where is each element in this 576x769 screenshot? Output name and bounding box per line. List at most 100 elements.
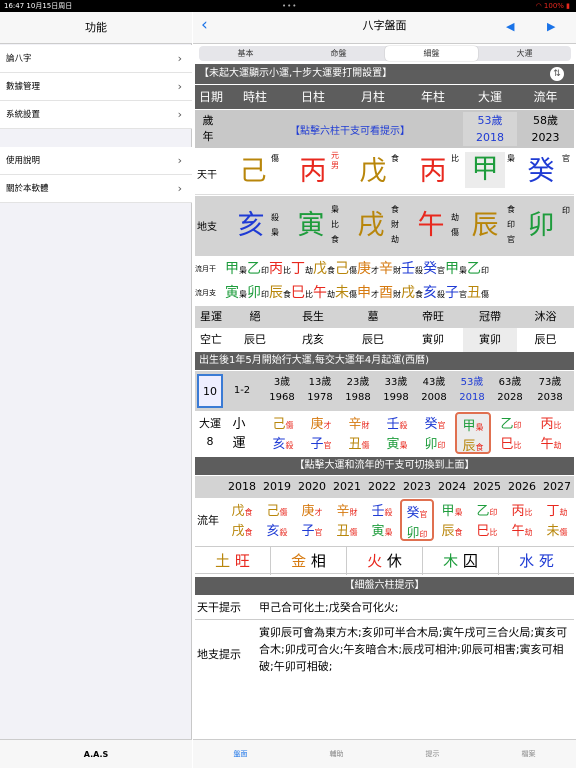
tiangan-hour[interactable]: 己 (233, 154, 273, 190)
liunian-year[interactable]: 2021 (330, 476, 364, 498)
dayun-gz-cell[interactable]: 癸官 卯印 (417, 415, 453, 455)
dayun-age-cell[interactable]: 13歲 1978 (301, 375, 339, 405)
dayun-age-cell[interactable]: 23歲 1988 (339, 375, 377, 405)
liunian-gz-cell[interactable]: 甲梟 辰食 (435, 502, 469, 542)
liuyue-zhi-char[interactable]: 未 (335, 281, 349, 305)
dizhi-liunian[interactable]: 卯 (521, 208, 561, 244)
dizhi-hour[interactable]: 亥 (231, 208, 271, 244)
dayun-gz-cell-current[interactable]: 甲梟 辰食 (455, 412, 491, 454)
dayun-count-selected[interactable]: 10 (197, 374, 223, 408)
dayun-age-cell[interactable]: 63歲 2028 (491, 375, 529, 405)
liuyue-gan-char[interactable]: 己 (335, 257, 349, 281)
dayun-gz-cell[interactable]: 己傷 亥殺 (265, 415, 301, 455)
liuyue-zhi-char[interactable]: 辰 (269, 281, 283, 305)
liunian-year[interactable]: 2026 (505, 476, 539, 498)
dayun-age-cell[interactable]: 73歲 2038 (529, 375, 571, 405)
tiangan-liunian[interactable]: 癸 (521, 154, 561, 190)
dayun-gz-cell[interactable]: 辛財 丑傷 (341, 415, 377, 455)
tab-mingpan[interactable]: 命盤 (292, 46, 385, 61)
liunian-year[interactable]: 2019 (260, 476, 294, 498)
liunian-gz-cell[interactable]: 庚才 子官 (295, 502, 329, 542)
tiangan-year[interactable]: 丙 (413, 154, 453, 190)
dayun-gz-cell[interactable]: 乙印 巳比 (493, 415, 529, 455)
liuyue-gan-char[interactable]: 乙 (247, 257, 261, 281)
tiangan-month[interactable]: 戊 (353, 154, 393, 190)
xiaoyun-cell[interactable]: 小運 (231, 415, 247, 453)
liuyue-gan-char[interactable]: 壬 (401, 257, 415, 281)
dayun-age-cell-current[interactable]: 53歲 2018 (453, 375, 491, 405)
liunian-year[interactable]: 2024 (435, 476, 469, 498)
xingyun-label: 星運 (200, 310, 222, 323)
refresh-icon[interactable]: ⇅ (550, 67, 564, 81)
liunian-gz-cell[interactable]: 乙印 巳比 (470, 502, 504, 542)
sidebar-item-about[interactable]: 關於本軟體 › (0, 175, 192, 203)
tiangan-day[interactable]: 丙 (293, 154, 333, 190)
liunian-gz-cell[interactable]: 戊食 戌食 (225, 502, 259, 542)
liunian-year[interactable]: 2023 (400, 476, 434, 498)
liunian-year[interactable]: 2020 (295, 476, 329, 498)
liunian-gz-cell-current[interactable]: 癸官 卯印 (400, 499, 434, 541)
liuyue-gan-char[interactable]: 癸 (423, 257, 437, 281)
dayun-gz-cell[interactable]: 庚才 子官 (303, 415, 339, 455)
liuyue-gan-char[interactable]: 戊 (313, 257, 327, 281)
tab-detail[interactable]: 細盤 (385, 46, 478, 61)
tab-files[interactable]: 檔案 (481, 749, 576, 759)
tab-dayun[interactable]: 大運 (478, 46, 571, 61)
dayun-age-cell[interactable]: 3歲 1968 (263, 375, 301, 405)
sidebar-item-help[interactable]: 使用說明 › (0, 147, 192, 175)
liunian-gz-cell[interactable]: 丁劫 未傷 (540, 502, 574, 542)
next-icon[interactable]: ▶ (547, 20, 555, 33)
xingyun-cell: 墓 (367, 310, 379, 323)
liunian-gz-cell[interactable]: 己傷 亥殺 (260, 502, 294, 542)
god-label: 比 (451, 154, 459, 163)
liuyue-zhi-char[interactable]: 戌 (401, 281, 415, 305)
liunian-ganzhi-row: 流年 戊食 戌食 己傷 亥殺 庚才 子官 辛財 丑傷 壬殺 寅梟 癸官 卯印 甲梟 辰食 乙印… (195, 499, 574, 543)
dayun-gz-cell[interactable]: 壬殺 寅梟 (379, 415, 415, 455)
liuyue-zhi-god: 梟 (239, 290, 247, 299)
liuyue-gan-char[interactable]: 甲 (225, 257, 239, 281)
liuyue-gan-char[interactable]: 乙 (467, 257, 481, 281)
liuyue-zhi-char[interactable]: 申 (357, 281, 371, 305)
dizhi-year[interactable]: 午 (411, 208, 451, 244)
liunian-year[interactable]: 2018 (225, 476, 259, 498)
sidebar-item-bazi[interactable]: 論八字 › (0, 45, 192, 73)
liuyue-gan-char[interactable]: 甲 (445, 257, 459, 281)
liunian-year[interactable]: 2025 (470, 476, 504, 498)
tab-basic[interactable]: 基本 (199, 46, 292, 61)
liuyue-zhi-char[interactable]: 子 (445, 281, 459, 305)
liuyue-zhi-char[interactable]: 酉 (379, 281, 393, 305)
dayun-age-cell[interactable]: 33歲 1998 (377, 375, 415, 405)
dayun-age-cell[interactable]: 43歲 2008 (415, 375, 453, 405)
dizhi-dayun[interactable]: 辰 (465, 208, 505, 244)
dayun-gz-cell[interactable]: 丙比 午劫 (531, 415, 571, 455)
liunian-gz-cell[interactable]: 辛財 丑傷 (330, 502, 364, 542)
tab-tips[interactable]: 提示 (385, 749, 480, 759)
sidebar-item-data[interactable]: 數據管理 › (0, 73, 192, 101)
back-icon[interactable]: ‹ (201, 15, 208, 35)
tab-assist[interactable]: 輔助 (289, 749, 384, 759)
col-liunian: 流年 (533, 90, 558, 104)
sidebar-item-settings[interactable]: 系統設置 › (0, 101, 192, 129)
liuyue-zhi-char[interactable]: 亥 (423, 281, 437, 305)
liuyue-gan-char[interactable]: 庚 (357, 257, 371, 281)
liunian-year[interactable]: 2027 (540, 476, 574, 498)
liuyue-gan-char[interactable]: 辛 (379, 257, 393, 281)
tap-pillar-hint[interactable]: 【點擊六柱干支可看提示】 (250, 122, 450, 137)
dizhi-day[interactable]: 寅 (291, 208, 331, 244)
tiangan-dayun[interactable]: 甲 (465, 152, 505, 188)
liuyue-gan-char[interactable]: 丁 (291, 257, 305, 281)
liuyue-gan-char[interactable]: 丙 (269, 257, 283, 281)
liuyue-zhi-char[interactable]: 丑 (467, 281, 481, 305)
liunian-gz-cell[interactable]: 壬殺 寅梟 (365, 502, 399, 542)
liuyue-zhi-char[interactable]: 午 (313, 281, 327, 305)
prev-icon[interactable]: ◀ (506, 20, 514, 33)
liunian-gz-cell[interactable]: 丙比 午劫 (505, 502, 539, 542)
dayun-xiaoyun-age[interactable]: 1-2 (227, 383, 257, 398)
liuyue-zhi-char[interactable]: 卯 (247, 281, 261, 305)
liuyue-zhi-char[interactable]: 寅 (225, 281, 239, 305)
dizhi-month[interactable]: 戌 (351, 208, 391, 244)
liunian-year[interactable]: 2022 (365, 476, 399, 498)
liuyue-zhi-char[interactable]: 巳 (291, 281, 305, 305)
god-label: 食 (391, 154, 399, 163)
tab-board[interactable]: 盤面 (193, 749, 288, 759)
